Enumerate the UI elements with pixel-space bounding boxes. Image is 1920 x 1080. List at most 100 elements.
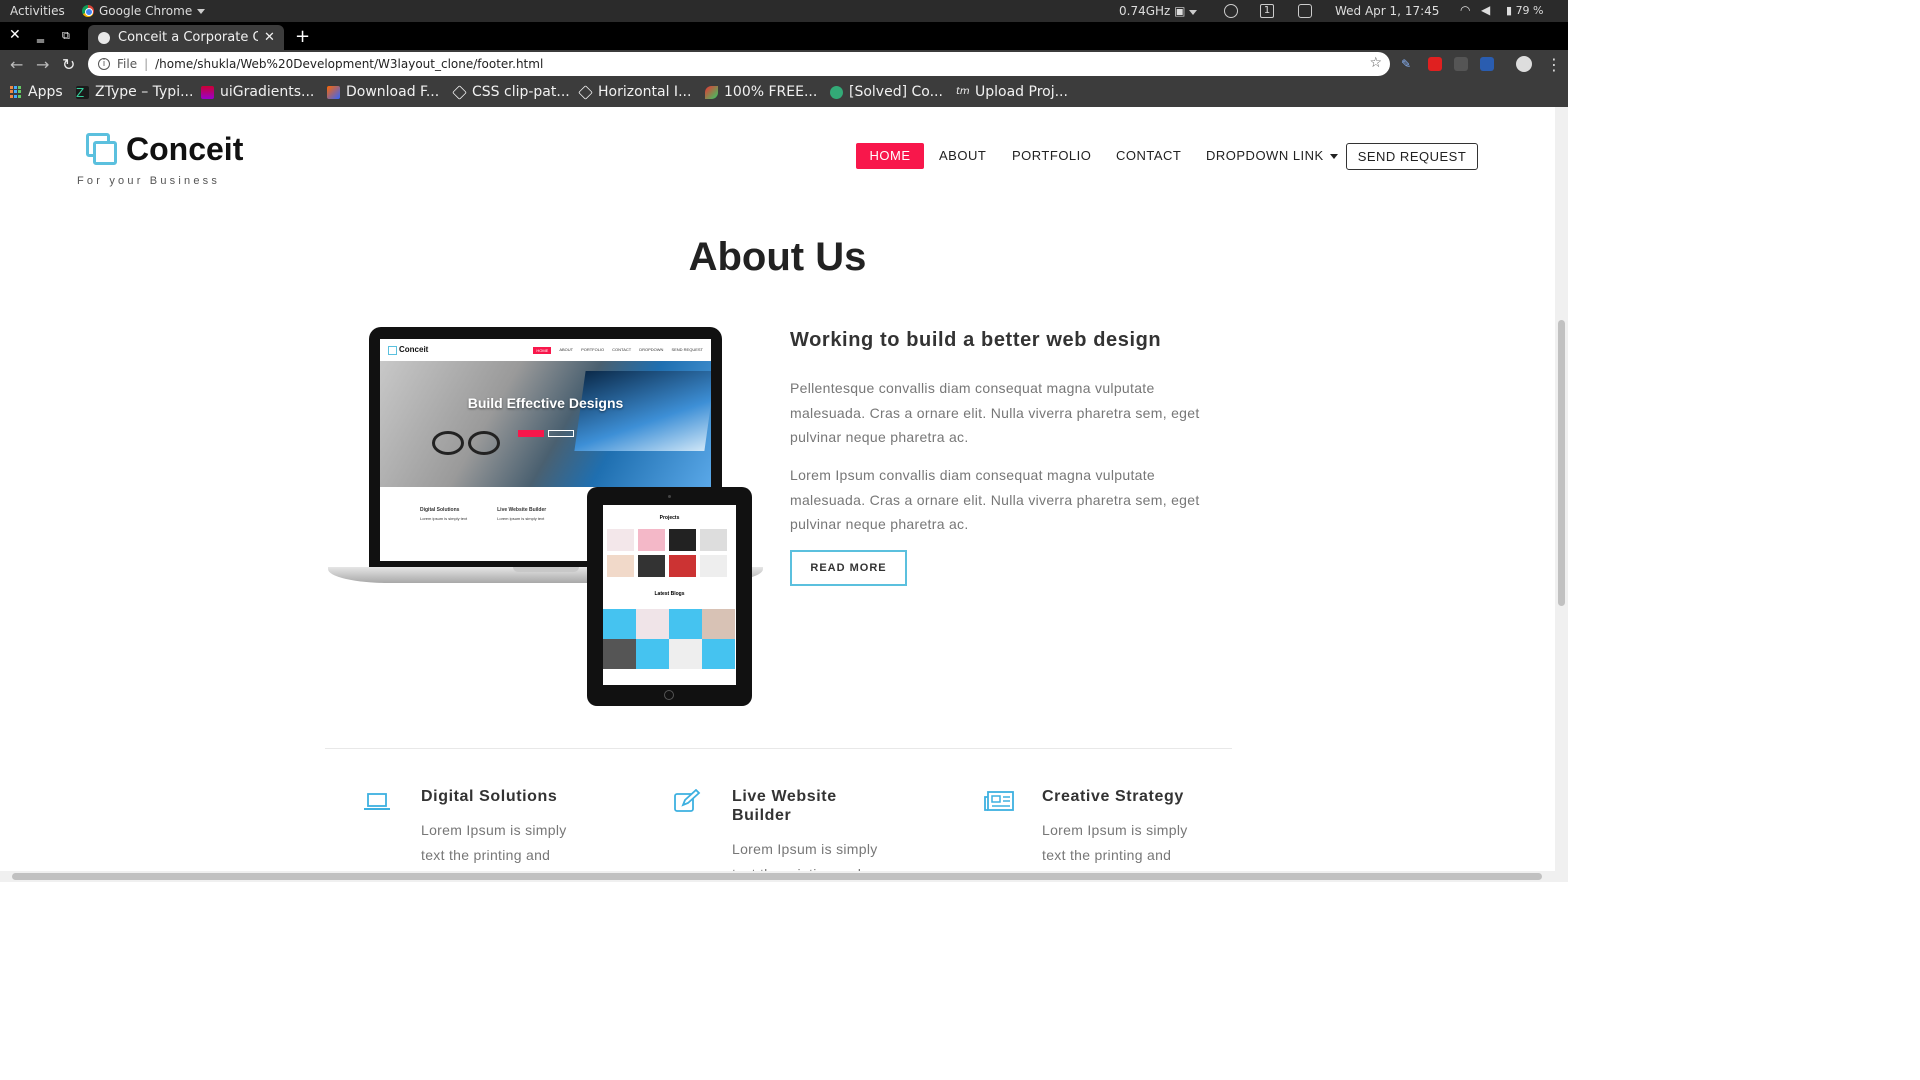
pen-extension-icon[interactable]: ✎: [1401, 57, 1415, 71]
nav-about[interactable]: ABOUT: [939, 143, 986, 169]
tm-site-icon: tm: [956, 85, 970, 97]
reload-icon[interactable]: ↻: [62, 55, 75, 74]
download-site-icon: [327, 85, 340, 99]
app-name: Google Chrome: [99, 4, 193, 18]
main-nav: HOME ABOUT PORTFOLIO CONTACT DROPDOWN LI…: [0, 143, 1555, 169]
nav-dropdown-label: DROPDOWN LINK: [1206, 148, 1324, 163]
blue-extension-icon[interactable]: [1480, 57, 1494, 71]
bookmark-download[interactable]: Download F...: [327, 84, 439, 100]
dark-extension-icon[interactable]: [1454, 57, 1468, 71]
screenshot-icon[interactable]: [1298, 4, 1312, 18]
browser-tab-strip: ✕ ‗ ⧉ Conceit a Corporate C ✕ +: [0, 22, 1568, 50]
uigradients-icon: [201, 85, 214, 99]
restore-window-icon[interactable]: ⧉: [62, 29, 70, 43]
close-window-icon[interactable]: ✕: [9, 27, 21, 43]
caret-down-icon: [1329, 154, 1338, 160]
cpu-frequency: 0.74GHz: [1119, 4, 1171, 18]
nav-portfolio[interactable]: PORTFOLIO: [1012, 143, 1091, 169]
url-text[interactable]: /home/shukla/Web%20Development/W3layout_…: [155, 57, 543, 71]
nav-contact[interactable]: CONTACT: [1116, 143, 1181, 169]
codepen-icon: [452, 84, 467, 100]
tablet-camera: [668, 495, 671, 498]
bookmark-free[interactable]: 100% FREE...: [705, 84, 817, 100]
chevron-down-icon: [197, 8, 206, 14]
bookmark-solved[interactable]: [Solved] Co...: [830, 84, 943, 100]
bookmark-apps[interactable]: Apps: [10, 84, 63, 100]
minimize-window-icon[interactable]: ‗: [37, 27, 44, 43]
bookmark-upload[interactable]: tm Upload Proj...: [956, 84, 1068, 100]
mockup-hero: Build Effective Designs: [380, 361, 711, 487]
mockup-nav-item: PORTFOLIO: [581, 346, 605, 352]
tablet-heading: Projects: [659, 515, 680, 521]
nav-home[interactable]: HOME: [856, 143, 924, 169]
mockup-nav: HOME ABOUT PORTFOLIO CONTACT DROPDOWN SE…: [533, 346, 703, 354]
bookmark-label: uiGradients...: [220, 84, 315, 100]
read-more-button[interactable]: READ MORE: [790, 550, 907, 586]
profile-avatar[interactable]: [1516, 56, 1532, 72]
tablet-heading: Latest Blogs: [654, 591, 685, 597]
bookmark-label: Download F...: [346, 84, 440, 100]
tablet-home-button: [664, 690, 674, 700]
mockup-nav-item: HOME: [533, 346, 552, 354]
service-text: Lorem Ipsum is simply text the printing …: [421, 822, 567, 863]
newspaper-icon: [984, 791, 1014, 811]
close-tab-icon[interactable]: ✕: [264, 30, 275, 45]
wifi-icon[interactable]: ◠: [1460, 3, 1470, 17]
tablet-project-grid: [603, 521, 736, 577]
nav-dropdown[interactable]: DROPDOWN LINK: [1206, 143, 1338, 169]
bookmark-label: ZType – Typi...: [95, 84, 194, 100]
solved-site-icon: [830, 85, 843, 99]
url-scheme-label: File: [117, 57, 138, 71]
service-title: Live Website Builder: [732, 788, 837, 824]
apps-grid-icon: [10, 86, 22, 98]
horizontal-scrollbar[interactable]: [0, 871, 1568, 882]
battery-percent: 79 %: [1515, 4, 1544, 17]
send-request-button[interactable]: SEND REQUEST: [1346, 143, 1478, 170]
back-arrow-icon[interactable]: ←: [10, 55, 23, 74]
page-viewport: Conceit For your Business HOME ABOUT POR…: [0, 107, 1555, 871]
mockup-nav-item: SEND REQUEST: [671, 346, 703, 352]
globe-icon: [98, 31, 110, 44]
mockup-hero-title: Build Effective Designs: [467, 395, 624, 411]
new-tab-icon[interactable]: +: [295, 26, 310, 47]
volume-icon[interactable]: ◀: [1481, 3, 1490, 17]
user-tray-icon[interactable]: [1224, 4, 1238, 18]
mockup-nav-item: CONTACT: [612, 346, 632, 352]
scrollbar-thumb[interactable]: [1558, 320, 1565, 606]
bookmark-label: Horizontal I...: [598, 84, 692, 100]
menu-kebab-icon[interactable]: ⋮: [1546, 55, 1562, 74]
battery-indicator[interactable]: ▮ 79 %: [1506, 4, 1544, 17]
browser-toolbar: ← → ↻ i File | /home/shukla/Web%20Develo…: [0, 50, 1568, 78]
bookmark-star-icon[interactable]: ☆: [1369, 55, 1382, 71]
tablet-mockup-image: Projects Latest Blogs: [587, 487, 752, 706]
workspace-indicator[interactable]: 1: [1260, 4, 1274, 18]
app-menu[interactable]: Google Chrome: [82, 4, 206, 18]
bookmark-label: Upload Proj...: [975, 84, 1068, 100]
brand-tagline: For your Business: [77, 175, 221, 187]
activities-button[interactable]: Activities: [10, 4, 65, 18]
mockup-glasses: [432, 431, 502, 455]
bookmark-ztype[interactable]: Z ZType – Typi...: [76, 84, 193, 100]
bookmarks-bar: Apps Z ZType – Typi... uiGradients... Do…: [0, 78, 1568, 107]
laptop-icon: [364, 793, 390, 810]
mockup-nav-item: DROPDOWN: [639, 346, 664, 352]
service-title: Digital Solutions: [421, 788, 558, 805]
bookmark-horizontal[interactable]: Horizontal I...: [578, 84, 692, 100]
cpu-indicator[interactable]: 0.74GHz ▣: [1119, 4, 1198, 18]
bookmark-uigradients[interactable]: uiGradients...: [201, 84, 314, 100]
chrome-icon: [82, 5, 94, 17]
forward-arrow-icon[interactable]: →: [36, 55, 49, 74]
browser-tab[interactable]: Conceit a Corporate C ✕: [88, 25, 284, 50]
mockup-service-title: Live Website Builder: [497, 507, 547, 513]
bookmark-label: Apps: [28, 84, 63, 100]
info-icon[interactable]: i: [98, 58, 110, 70]
ztype-icon: Z: [76, 85, 89, 100]
clock[interactable]: Wed Apr 1, 17:45: [1335, 4, 1439, 18]
mockup-nav-item: ABOUT: [559, 346, 574, 352]
address-bar[interactable]: i File | /home/shukla/Web%20Development/…: [88, 52, 1390, 76]
vertical-scrollbar[interactable]: [1555, 107, 1568, 871]
bookmark-css-clip-path[interactable]: CSS clip-pat...: [452, 84, 570, 100]
bookmark-label: 100% FREE...: [724, 84, 818, 100]
red-extension-icon[interactable]: [1428, 57, 1442, 71]
scrollbar-thumb[interactable]: [12, 873, 1542, 880]
